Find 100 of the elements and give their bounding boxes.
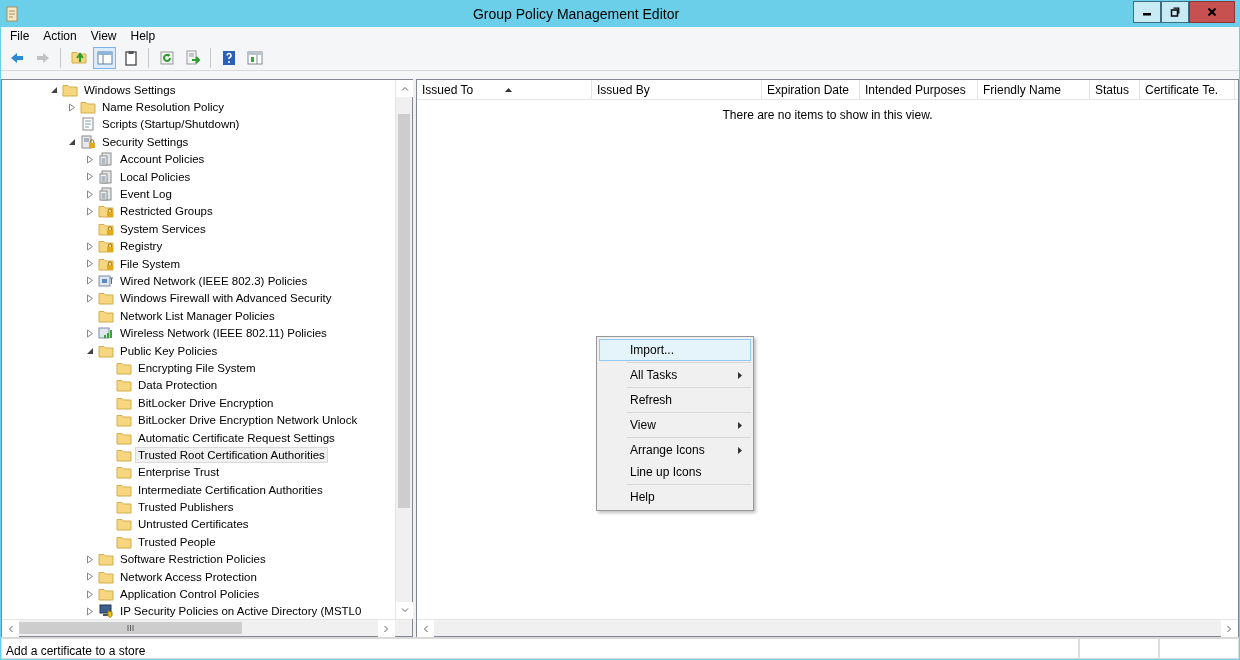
expand-arrow-icon[interactable] [86,189,94,199]
tree-item[interactable]: Untrusted Certificates [135,516,252,533]
tree-item[interactable]: Windows Settings [81,81,179,98]
menu-item[interactable]: Help [599,486,751,508]
policy-document-icon [98,169,114,184]
status-text: Add a certificate to a store [1,638,1079,659]
folder-icon [116,517,132,532]
minimize-button[interactable] [1133,1,1161,23]
tree-item[interactable]: Event Log [117,186,175,203]
tree-item[interactable]: Network Access Protection [117,568,260,585]
menu-item[interactable]: Import... [599,339,751,361]
scroll-right-button[interactable] [1221,620,1238,637]
menu-item[interactable]: Arrange Icons [599,439,751,461]
tree-item[interactable]: Intermediate Certification Authorities [135,481,326,498]
scroll-up-button[interactable] [396,80,413,97]
tree-item[interactable]: Account Policies [117,151,208,168]
tree-item[interactable]: Software Restriction Policies [117,551,269,568]
scrollbar-thumb[interactable] [398,114,410,508]
tree-item[interactable]: Security Settings [99,133,192,150]
expand-arrow-icon[interactable] [86,328,94,338]
tree-item[interactable]: Network List Manager Policies [117,307,278,324]
expand-arrow-icon[interactable] [86,589,94,599]
tree-item[interactable]: Trusted Publishers [135,499,237,516]
folder-icon [116,378,132,393]
column-label: Expiration Date [767,81,850,99]
tree-item[interactable]: Registry [117,238,166,255]
tree-item[interactable]: Application Control Policies [117,586,263,602]
tree-item[interactable]: Public Key Policies [117,342,221,359]
expand-arrow-icon[interactable] [86,293,94,303]
menu-item[interactable]: Help [123,28,163,44]
tree-item[interactable]: Trusted Root Certification Authorities [135,446,328,463]
scroll-left-button[interactable] [417,620,434,637]
chevron-up-icon [400,86,409,91]
column-label: Certificate Te. [1145,81,1219,99]
tree-item[interactable]: Local Policies [117,168,194,185]
expand-arrow-icon[interactable] [86,606,94,616]
menu-item[interactable]: Action [36,28,84,44]
folder-icon [116,500,132,515]
tree-item[interactable]: Enterprise Trust [135,464,223,481]
tree-item[interactable]: Wired Network (IEEE 802.3) Policies [117,273,311,289]
expand-arrow-icon[interactable] [86,206,94,216]
scroll-right-button[interactable] [378,620,395,637]
collapse-arrow-icon[interactable] [50,85,58,94]
tree-item[interactable]: Name Resolution Policy [99,99,228,116]
expand-arrow-icon[interactable] [86,241,94,251]
expand-arrow-icon[interactable] [86,572,94,582]
expand-arrow-icon[interactable] [68,102,76,112]
chevron-left-icon [8,624,13,633]
collapse-arrow-icon[interactable] [68,137,76,146]
action-pane-icon [246,49,263,66]
chevron-down-icon [400,608,409,613]
chevron-right-icon [1227,624,1232,633]
locked-folder-icon [98,221,114,236]
tree-item[interactable]: Trusted People [135,533,219,550]
tree-item[interactable]: Wireless Network (IEEE 802.11) Policies [117,325,330,342]
tree-item[interactable]: Restricted Groups [117,203,216,220]
tree-item[interactable]: File System [117,255,184,272]
close-icon [1207,7,1217,17]
scrollbar-thumb[interactable] [19,622,242,634]
expand-arrow-icon[interactable] [86,276,94,286]
policy-document-icon [98,152,114,167]
locked-folder-icon [98,256,114,271]
menu-item[interactable]: File [3,28,37,44]
tree-item[interactable]: BitLocker Drive Encryption [135,394,277,411]
tree-item[interactable]: IP Security Policies on Active Directory (MSTL0 [117,603,365,619]
window-title: Group Policy Management Editor [471,4,681,24]
restore-button[interactable] [1161,1,1189,23]
scroll-down-button[interactable] [396,602,413,619]
expand-arrow-icon[interactable] [86,554,94,564]
vertical-scrollbar[interactable] [395,80,412,619]
folder-icon [98,343,114,358]
notepad-icon [5,6,19,22]
expand-arrow-icon[interactable] [86,154,94,164]
tree-item[interactable]: Encrypting File System [135,359,259,376]
menu-item[interactable]: All Tasks [599,364,751,386]
tree-item[interactable]: Data Protection [135,377,221,394]
folder-icon [98,552,114,567]
grip-icon [126,625,134,631]
horizontal-scrollbar[interactable] [2,619,412,636]
restore-icon [1170,7,1180,17]
menu-item[interactable]: View [599,414,751,436]
folder-icon [116,482,132,497]
menu-item[interactable]: Line up Icons [599,461,751,483]
tree-item[interactable]: BitLocker Drive Encryption Network Unlock [135,412,361,429]
expand-arrow-icon[interactable] [86,259,94,269]
tree-item[interactable]: Windows Firewall with Advanced Security [117,290,335,307]
tree-item[interactable]: Automatic Certificate Request Settings [135,429,338,446]
chevron-left-icon [423,624,428,633]
policy-document-icon [98,187,114,202]
horizontal-scrollbar[interactable] [417,619,1238,636]
expand-arrow-icon[interactable] [86,172,94,182]
refresh-icon [158,49,175,66]
scroll-left-button[interactable] [2,620,19,637]
column-label: Status [1095,81,1130,99]
collapse-arrow-icon[interactable] [86,346,94,355]
tree-item[interactable]: Scripts (Startup/Shutdown) [99,116,243,133]
menu-item[interactable]: View [83,28,124,44]
close-button[interactable] [1189,1,1235,23]
tree-item[interactable]: System Services [117,220,209,237]
menu-item[interactable]: Refresh [599,389,751,411]
